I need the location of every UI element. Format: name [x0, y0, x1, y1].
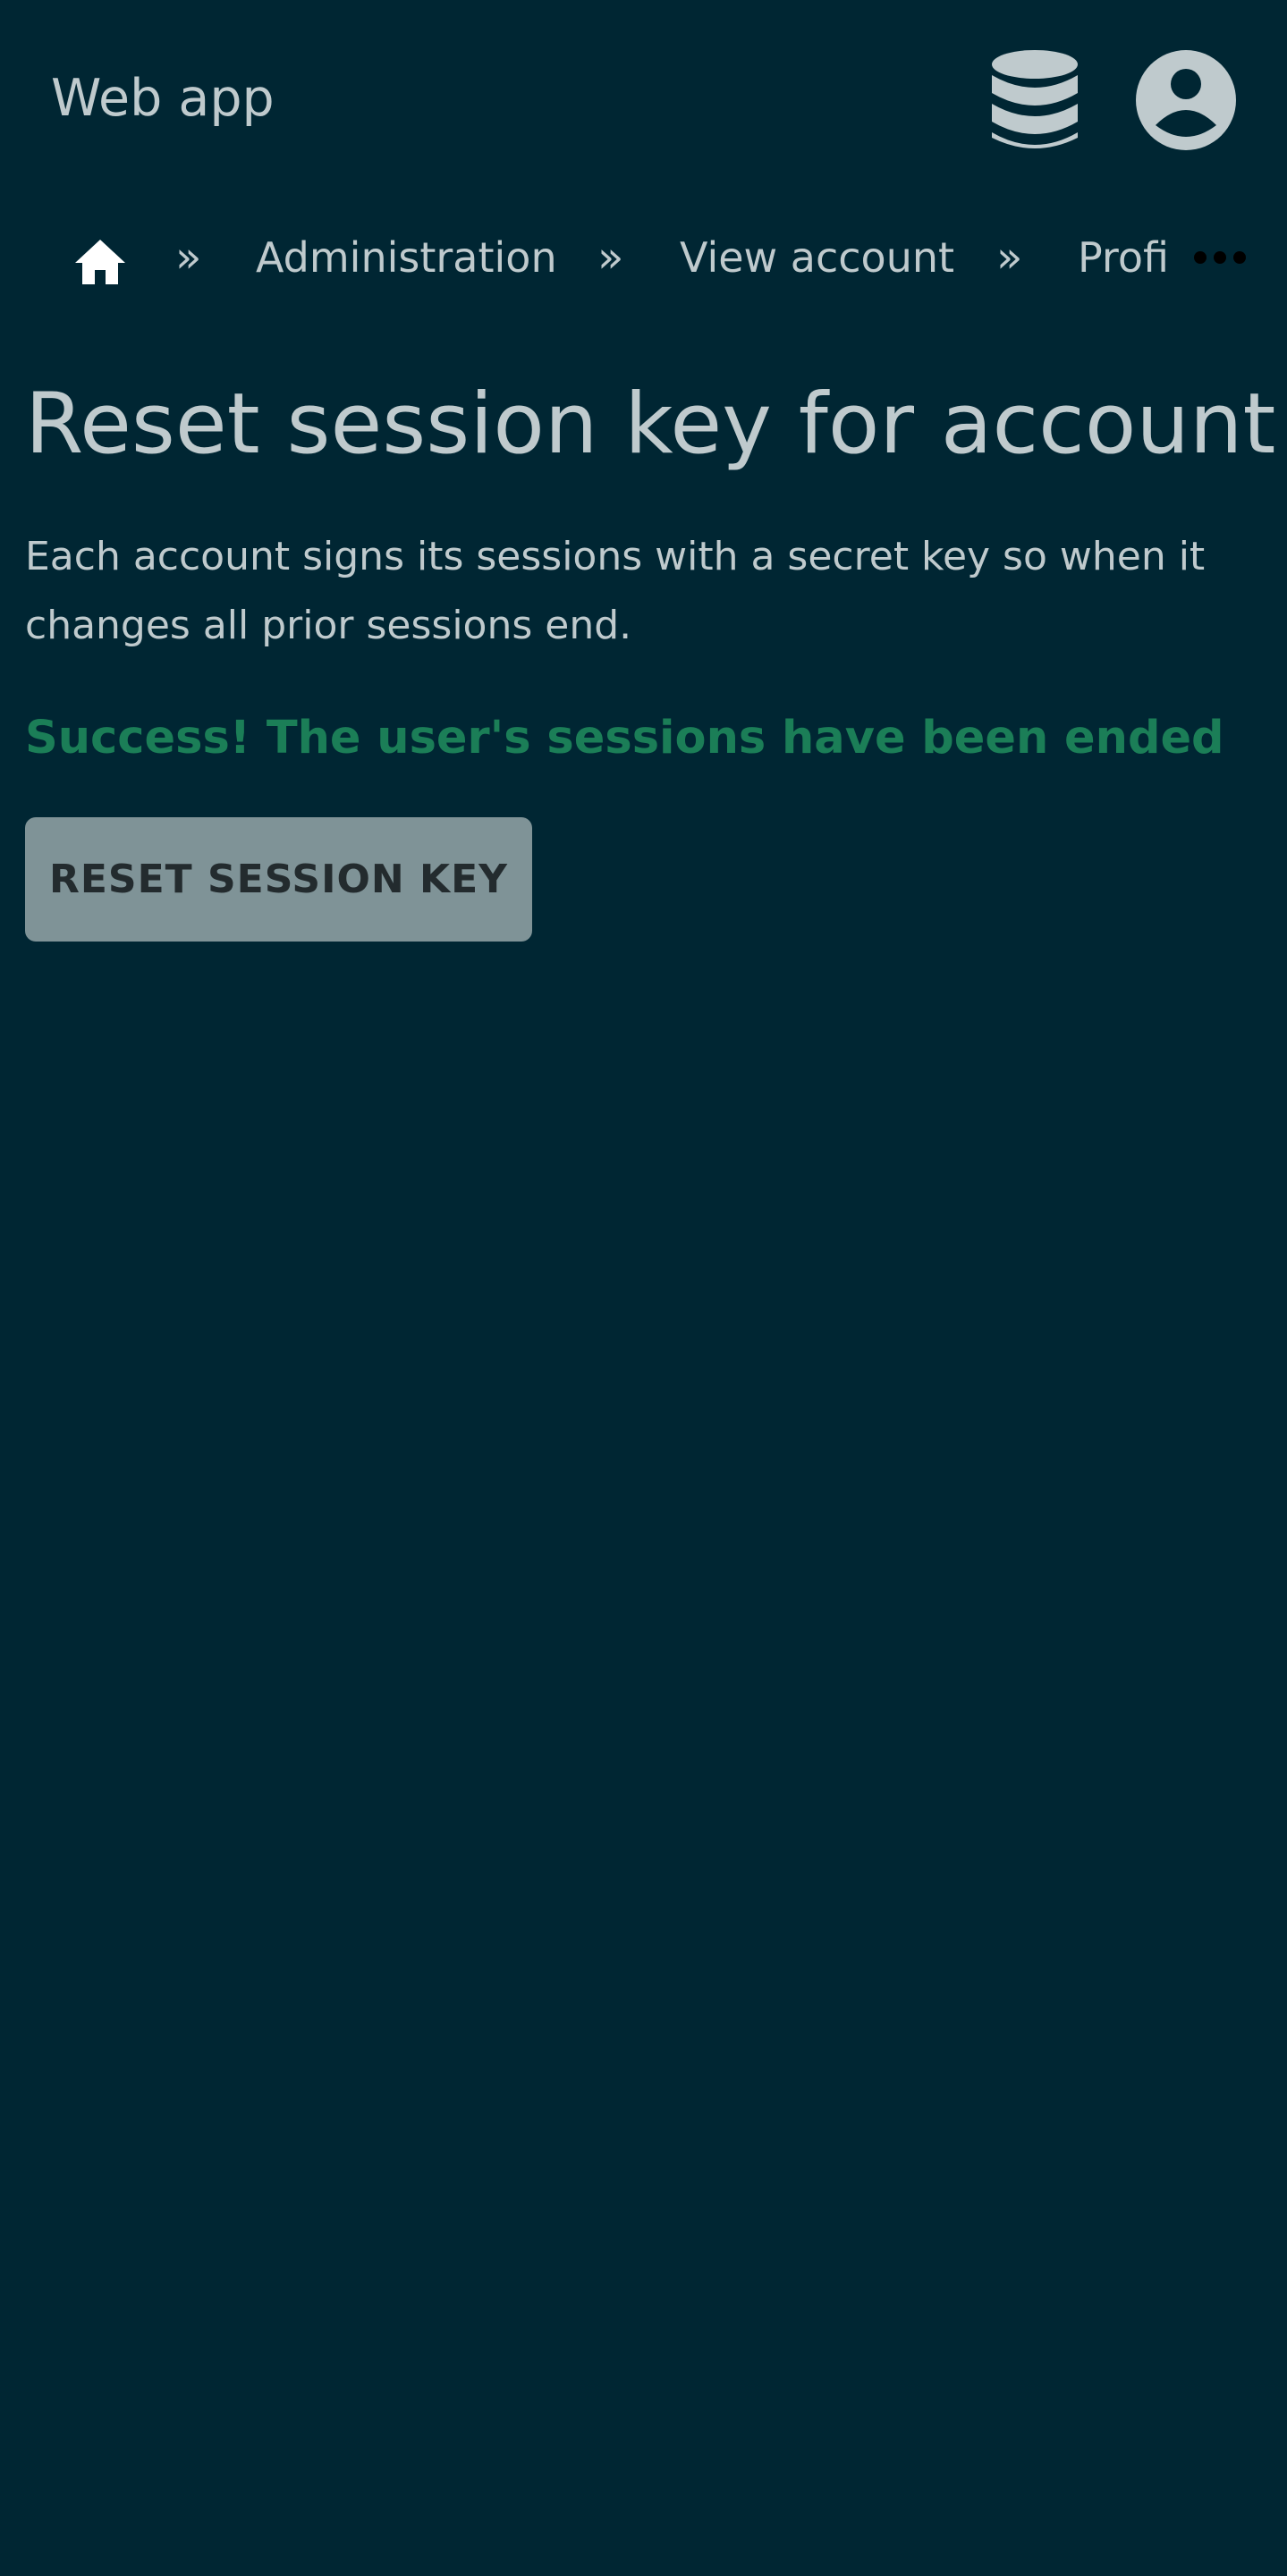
page-title: Reset session key for account: [25, 376, 1276, 473]
reset-session-key-button[interactable]: RESET SESSION KEY: [25, 817, 532, 942]
breadcrumb-item-view-account[interactable]: View account: [680, 229, 954, 286]
breadcrumb-separator: »: [597, 232, 624, 283]
breadcrumb-separator: »: [996, 232, 1023, 283]
breadcrumb-separator: »: [175, 232, 202, 283]
database-icon[interactable]: [990, 48, 1080, 152]
success-message: Success! The user's sessions have been e…: [25, 712, 1224, 764]
app-title[interactable]: Web app: [51, 64, 275, 132]
home-icon[interactable]: [73, 238, 127, 286]
page-description: Each account signs its sessions with a s…: [25, 534, 1206, 648]
breadcrumb-item-administration[interactable]: Administration: [256, 229, 557, 286]
more-icon[interactable]: [1193, 249, 1247, 266]
user-account-icon[interactable]: [1134, 48, 1238, 152]
breadcrumb: » Administration » View account » Profi: [0, 222, 1287, 293]
breadcrumb-item-profile[interactable]: Profi: [1078, 229, 1167, 286]
app-header: Web app: [0, 0, 1287, 200]
